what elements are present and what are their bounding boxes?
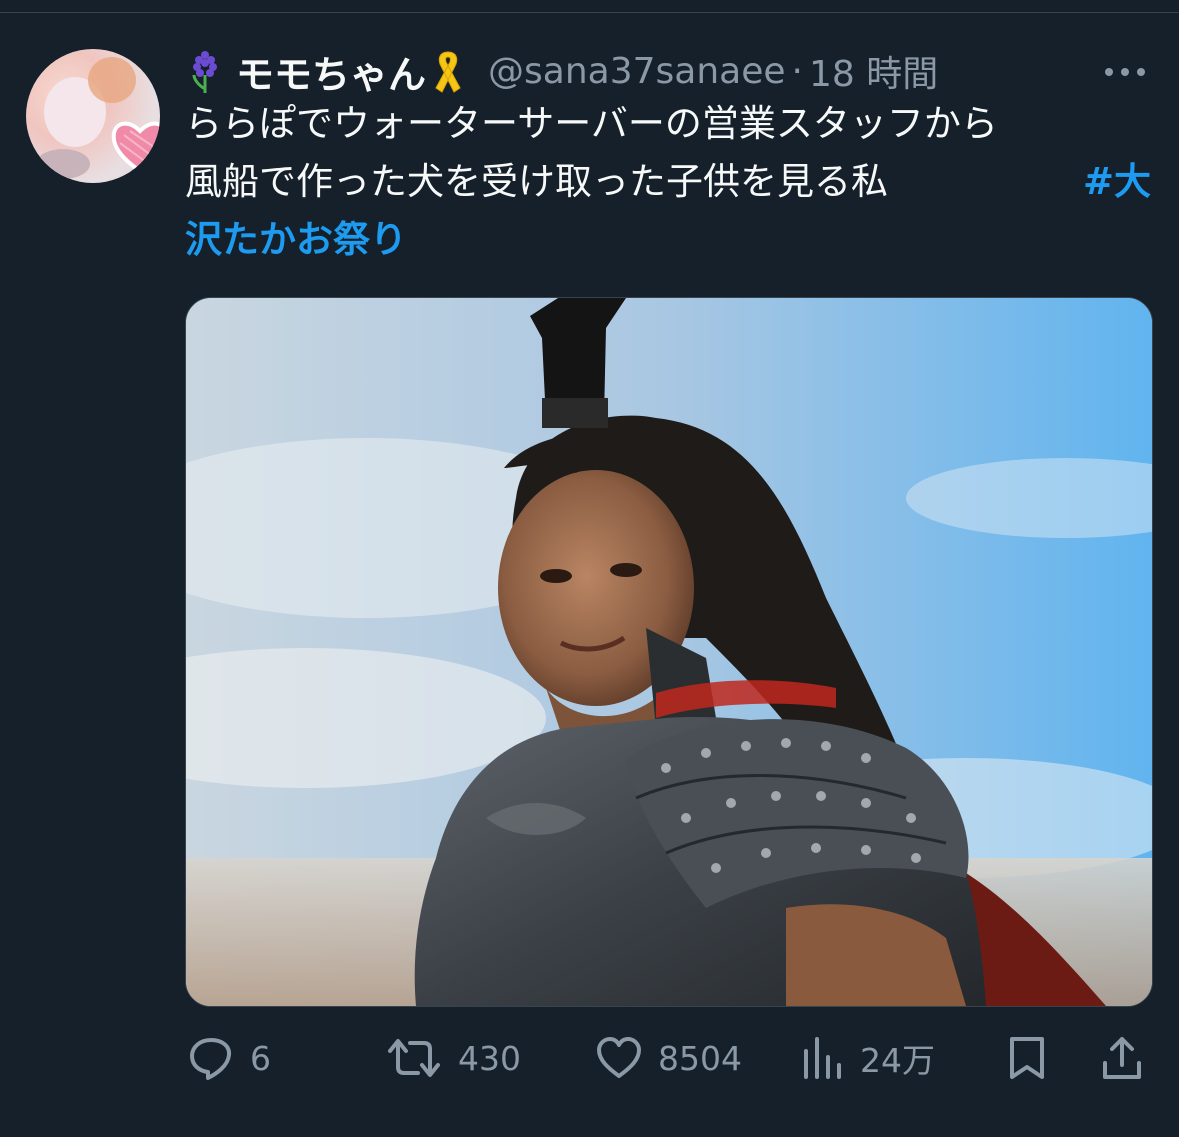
yellow-ribbon-icon: [435, 51, 461, 93]
user-handle[interactable]: @sana37sanaee: [488, 51, 786, 92]
like-count: 8504: [658, 1038, 742, 1078]
retweet-count: 430: [458, 1038, 521, 1078]
retweet-icon: [388, 1039, 440, 1077]
reply-icon: [190, 1038, 232, 1080]
timestamp[interactable]: 18 時間: [809, 45, 938, 97]
reply-count: 6: [250, 1038, 271, 1078]
tweet-text-line: 風船で作った犬を受け取った子供を見る私 #大: [185, 153, 1151, 211]
avatar-shape: [36, 149, 90, 179]
retweet-button[interactable]: 430: [386, 1033, 521, 1083]
tweet-text-line: ららぽでウォーターサーバーの営業スタッフから: [185, 102, 998, 145]
tweet-text-segment: 風船で作った犬を受け取った子供を見る私: [185, 160, 888, 203]
tweet[interactable]: モモちゃん @sana37sanaee · 18 時間 ららぽでウォーターサーバ…: [0, 13, 1179, 1137]
display-name[interactable]: モモちゃん: [236, 44, 426, 99]
tweet-header: モモちゃん @sana37sanaee · 18 時間: [188, 44, 938, 99]
avatar-shape: [88, 57, 136, 103]
share-button[interactable]: [1100, 1033, 1144, 1083]
reply-button[interactable]: 6: [188, 1033, 271, 1083]
top-divider: [0, 0, 1179, 13]
analytics-icon: [804, 1037, 841, 1079]
views-button[interactable]: 24万: [802, 1033, 935, 1083]
hyacinth-icon: [192, 51, 217, 93]
bookmark-icon: [1010, 1037, 1044, 1079]
more-options-icon[interactable]: [1102, 65, 1148, 79]
hashtag-link[interactable]: 沢たかお祭り: [185, 218, 407, 261]
tweet-image[interactable]: [185, 297, 1153, 1007]
view-count: 24万: [860, 1041, 935, 1080]
heart-sticker-icon: [111, 121, 160, 174]
action-bar: 6 430 8504 24万: [0, 1033, 1179, 1083]
separator-dot: ·: [791, 50, 803, 92]
photo-warrior: [186, 298, 1152, 1006]
heart-icon: [597, 1037, 641, 1078]
bookmark-button[interactable]: [1008, 1033, 1046, 1083]
like-button[interactable]: 8504: [596, 1033, 742, 1083]
tweet-text: ららぽでウォーターサーバーの営業スタッフから 風船で作った犬を受け取った子供を見…: [185, 95, 1151, 269]
avatar[interactable]: [26, 49, 160, 183]
share-icon: [1103, 1037, 1141, 1079]
hashtag-link[interactable]: #大: [1083, 153, 1151, 211]
